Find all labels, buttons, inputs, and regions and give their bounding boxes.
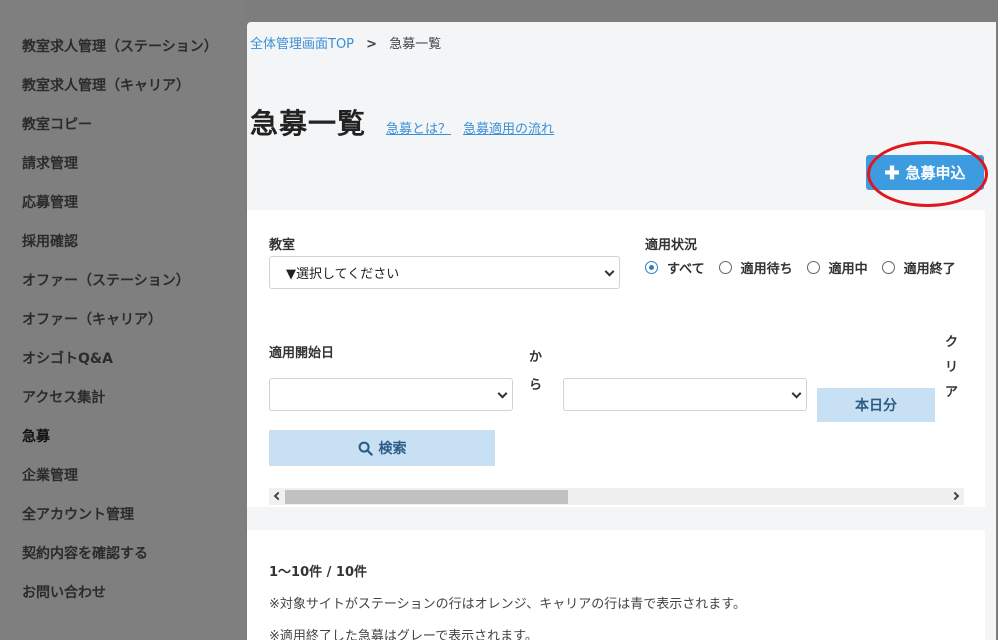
sidebar-item-applications[interactable]: 応募管理 bbox=[0, 193, 245, 232]
status-option-label: すべて bbox=[667, 262, 705, 277]
status-radio-active[interactable]: 適用中 bbox=[806, 258, 868, 277]
plus-icon: ✚ bbox=[884, 162, 900, 183]
status-label: 適用状況 bbox=[645, 238, 698, 253]
status-option-label: 適用中 bbox=[828, 262, 868, 277]
status-radio-all[interactable]: すべて bbox=[645, 258, 705, 277]
results-panel: 1〜10件 / 10件 ※対象サイトがステーションの行はオレンジ、キャリアの行は… bbox=[247, 530, 985, 640]
title-row: 急募一覧 急募とは？ 急募適用の流れ bbox=[250, 102, 554, 142]
sidebar-item-urgent[interactable]: 急募 bbox=[0, 427, 245, 466]
sidebar-item-companies[interactable]: 企業管理 bbox=[0, 466, 245, 505]
sidebar-item-career-jobs[interactable]: 教室求人管理（キャリア） bbox=[0, 76, 245, 115]
status-option-label: 適用待ち bbox=[740, 262, 793, 277]
from-text: から bbox=[529, 350, 543, 393]
radio-icon bbox=[881, 261, 895, 274]
filter-panel: 教室 ▼選択してください 適用状況 すべて 適用待ち 適用中 適用終了 適用開始… bbox=[247, 210, 985, 507]
scroll-right-icon[interactable] bbox=[950, 491, 960, 501]
sidebar-item-offer-station[interactable]: オファー（ステーション） bbox=[0, 271, 245, 310]
what-is-urgent-link[interactable]: 急募とは？ bbox=[386, 118, 451, 137]
horizontal-scrollbar[interactable] bbox=[269, 488, 964, 505]
start-date-label: 適用開始日 bbox=[269, 346, 335, 361]
page-title: 急募一覧 bbox=[250, 107, 367, 140]
scroll-left-icon[interactable] bbox=[273, 491, 283, 501]
breadcrumb-current: 急募一覧 bbox=[389, 37, 442, 52]
radio-selected-icon bbox=[645, 261, 658, 274]
classroom-label: 教室 bbox=[269, 238, 296, 253]
sidebar-item-hiring-confirm[interactable]: 採用確認 bbox=[0, 232, 245, 271]
search-button[interactable]: 検索 bbox=[269, 430, 495, 466]
today-button[interactable]: 本日分 bbox=[817, 388, 935, 422]
sidebar-item-classroom-copy[interactable]: 教室コピー bbox=[0, 115, 245, 154]
sidebar-item-contract[interactable]: 契約内容を確認する bbox=[0, 544, 245, 583]
result-count: 1〜10件 / 10件 bbox=[269, 565, 368, 580]
start-date-to-select[interactable] bbox=[563, 378, 807, 411]
sidebar-item-qa[interactable]: オシゴトQ&A bbox=[0, 349, 245, 388]
result-note-gray: ※適用終了した急募はグレーで表示されます。 bbox=[269, 629, 538, 640]
breadcrumb: 全体管理画面TOP > 急募一覧 bbox=[250, 33, 441, 52]
start-date-from-select[interactable] bbox=[269, 378, 513, 411]
result-note-color: ※対象サイトがステーションの行はオレンジ、キャリアの行は青で表示されます。 bbox=[269, 597, 746, 612]
sidebar-item-contact[interactable]: お問い合わせ bbox=[0, 583, 245, 622]
clear-link[interactable]: クリア bbox=[945, 330, 959, 405]
search-icon bbox=[358, 441, 373, 456]
status-radio-group: すべて 適用待ち 適用中 適用終了 bbox=[645, 258, 970, 277]
search-button-label: 検索 bbox=[378, 440, 407, 456]
apply-urgent-label: 急募申込 bbox=[905, 165, 966, 182]
classroom-select[interactable]: ▼選択してください bbox=[269, 256, 620, 289]
status-option-label: 適用終了 bbox=[903, 262, 956, 277]
sidebar: 教室求人管理（ステーション） 教室求人管理（キャリア） 教室コピー 請求管理 応… bbox=[0, 0, 245, 640]
scrollbar-thumb[interactable] bbox=[285, 490, 568, 504]
breadcrumb-home-link[interactable]: 全体管理画面TOP bbox=[250, 37, 354, 52]
chevron-down-icon bbox=[604, 266, 615, 277]
apply-urgent-button[interactable]: ✚ 急募申込 bbox=[866, 155, 984, 190]
status-radio-ended[interactable]: 適用終了 bbox=[881, 258, 956, 277]
sidebar-item-offer-career[interactable]: オファー（キャリア） bbox=[0, 310, 245, 349]
sidebar-menu: 教室求人管理（ステーション） 教室求人管理（キャリア） 教室コピー 請求管理 応… bbox=[0, 0, 245, 622]
main-content: 全体管理画面TOP > 急募一覧 急募一覧 急募とは？ 急募適用の流れ ✚ 急募… bbox=[247, 22, 996, 640]
chevron-down-icon bbox=[791, 388, 802, 399]
status-radio-waiting[interactable]: 適用待ち bbox=[718, 258, 793, 277]
sidebar-item-accounts[interactable]: 全アカウント管理 bbox=[0, 505, 245, 544]
breadcrumb-separator: > bbox=[366, 37, 378, 52]
top-strip bbox=[245, 0, 998, 22]
sidebar-item-station-jobs[interactable]: 教室求人管理（ステーション） bbox=[0, 37, 245, 76]
sidebar-item-billing[interactable]: 請求管理 bbox=[0, 154, 245, 193]
radio-icon bbox=[806, 261, 820, 274]
sidebar-item-access-stats[interactable]: アクセス集計 bbox=[0, 388, 245, 427]
radio-icon bbox=[718, 261, 732, 274]
classroom-select-value: ▼選択してください bbox=[286, 267, 400, 282]
chevron-down-icon bbox=[497, 388, 508, 399]
urgent-flow-link[interactable]: 急募適用の流れ bbox=[463, 118, 554, 137]
